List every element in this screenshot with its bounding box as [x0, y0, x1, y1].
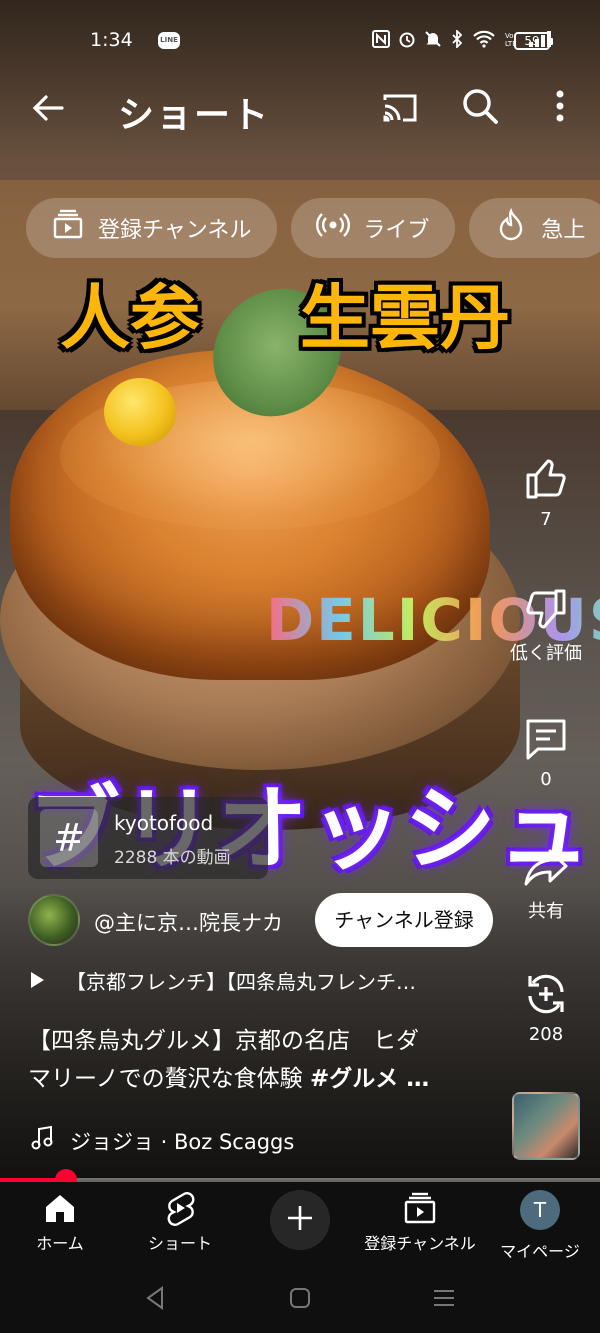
search-icon[interactable] — [460, 86, 500, 126]
nfc-icon — [372, 30, 390, 53]
comment-count: 0 — [540, 769, 552, 790]
play-icon — [28, 970, 66, 994]
remix-button[interactable]: 208 — [506, 970, 586, 1045]
video-yolk-dot — [104, 378, 176, 446]
battery-icon: 59 — [514, 32, 553, 50]
nav-home[interactable]: ホーム — [0, 1190, 120, 1254]
bottom-navigation: ホーム ショート 登録チャンネル T マイページ — [0, 1182, 600, 1262]
video-caption-right: 生雲丹 — [300, 277, 510, 359]
comment-icon — [506, 715, 586, 763]
status-time: 1:34 — [90, 29, 133, 51]
subscriptions-icon — [50, 207, 86, 249]
music-attribution[interactable]: ジョジョ · Boz Scaggs — [28, 1124, 294, 1157]
subscriptions-icon — [360, 1190, 480, 1226]
sound-thumbnail[interactable] — [512, 1092, 580, 1160]
cast-icon[interactable] — [380, 88, 420, 128]
hashtag-icon: # — [40, 809, 98, 867]
subscribe-button[interactable]: チャンネル登録 — [315, 893, 493, 947]
video-caption-left: 人参 — [60, 277, 200, 359]
back-arrow-icon[interactable] — [28, 88, 68, 128]
comment-button[interactable]: 0 — [506, 715, 586, 790]
description-line-2: マリーノでの贅沢な食体験 #グルメ … — [28, 1066, 430, 1092]
channel-avatar[interactable] — [28, 894, 80, 946]
like-count: 7 — [540, 509, 552, 530]
system-navigation-bar — [0, 1262, 600, 1333]
shorts-icon — [120, 1190, 240, 1226]
trending-icon — [493, 207, 529, 249]
bluetooth-icon — [450, 28, 464, 53]
create-button[interactable] — [270, 1190, 330, 1250]
chip-subscriptions[interactable]: 登録チャンネル — [26, 198, 278, 258]
alarm-icon — [398, 30, 416, 53]
live-icon — [315, 207, 351, 249]
playlist-title: 【京都フレンチ】【四条烏丸フレンチ… — [66, 970, 416, 994]
description-line-1: 【四条烏丸グルメ】京都の名店 ヒダ — [28, 1028, 419, 1054]
filter-chips: 登録チャンネル ライブ 急上 — [26, 198, 600, 258]
music-title: ジョジョ · Boz Scaggs — [70, 1129, 295, 1154]
share-label: 共有 — [528, 901, 564, 922]
line-app-icon: LINE — [158, 32, 180, 49]
thumb-up-icon — [506, 455, 586, 503]
share-button[interactable]: 共有 — [506, 843, 586, 923]
music-note-icon — [28, 1124, 56, 1157]
top-app-bar: ショート — [0, 78, 600, 138]
more-vert-icon[interactable] — [540, 86, 580, 126]
plus-icon — [285, 1203, 315, 1237]
dislike-label: 低く評価 — [510, 643, 582, 664]
related-playlist-link[interactable]: 【京都フレンチ】【四条烏丸フレンチ… — [28, 966, 488, 995]
home-icon — [0, 1190, 120, 1226]
svg-text:Vo: Vo — [505, 32, 514, 40]
like-button[interactable]: 7 — [506, 455, 586, 530]
description-hashtag[interactable]: #グルメ … — [310, 1066, 429, 1092]
chip-label: ライブ — [363, 218, 430, 243]
channel-name[interactable]: @主に京…院長ナカ — [94, 907, 283, 937]
dislike-button[interactable]: 低く評価 — [506, 585, 586, 665]
hashtag-video-count: 2288 本の動画 — [114, 848, 231, 868]
mute-icon — [424, 30, 442, 53]
nav-subscriptions[interactable]: 登録チャンネル — [360, 1190, 480, 1254]
share-icon — [506, 843, 586, 891]
status-bar: 1:34 LINE Vo LTE 59 — [0, 20, 600, 60]
thumb-down-icon — [506, 585, 586, 633]
chip-trending[interactable]: 急上 — [469, 198, 600, 258]
remix-icon — [506, 970, 586, 1018]
nav-shorts-label: ショート — [147, 1234, 212, 1253]
nav-you-label: マイページ — [500, 1242, 580, 1261]
wifi-icon — [472, 30, 496, 53]
nav-subscriptions-label: 登録チャンネル — [364, 1234, 476, 1253]
chip-live[interactable]: ライブ — [291, 198, 456, 258]
user-avatar: T — [520, 1190, 560, 1230]
hashtag-name: kyotofood — [114, 811, 214, 835]
page-title: ショート — [118, 95, 271, 136]
chip-label: 登録チャンネル — [98, 218, 252, 243]
video-description[interactable]: 【四条烏丸グルメ】京都の名店 ヒダ マリーノでの贅沢な食体験 #グルメ … — [28, 1022, 498, 1098]
remix-count: 208 — [528, 1024, 564, 1045]
hashtag-card[interactable]: # kyotofood 2288 本の動画 — [28, 797, 268, 879]
nav-home-label: ホーム — [36, 1234, 84, 1253]
nav-you[interactable]: T マイページ — [480, 1190, 600, 1262]
nav-shorts[interactable]: ショート — [120, 1190, 240, 1254]
chip-label: 急上 — [541, 218, 586, 243]
